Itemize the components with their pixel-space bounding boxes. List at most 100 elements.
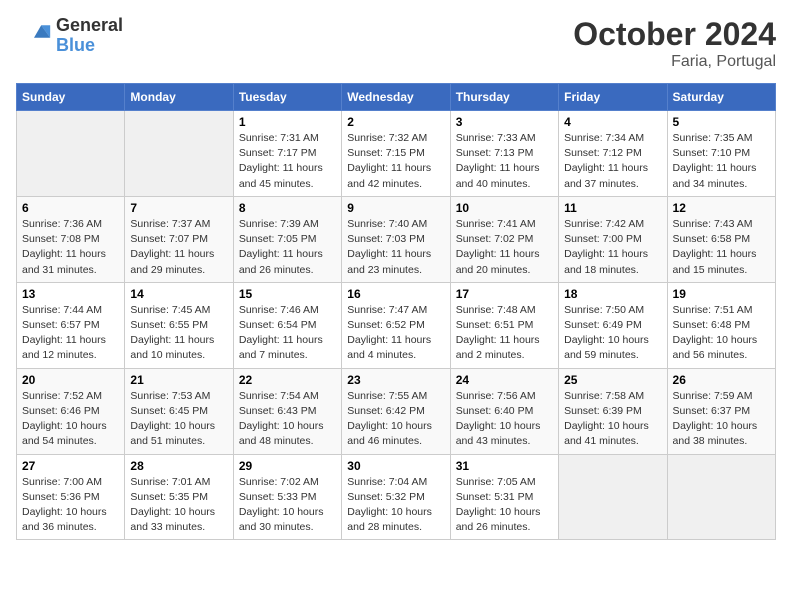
day-info: Sunrise: 7:37 AMSunset: 7:07 PMDaylight:…: [130, 217, 227, 278]
logo: General Blue: [16, 16, 123, 56]
day-info: Sunrise: 7:32 AMSunset: 7:15 PMDaylight:…: [347, 131, 444, 192]
calendar-cell: 19 Sunrise: 7:51 AMSunset: 6:48 PMDayligh…: [667, 282, 775, 368]
weekday-sunday: Sunday: [17, 84, 125, 111]
weekday-wednesday: Wednesday: [342, 84, 450, 111]
day-number: 1: [239, 115, 336, 129]
calendar-cell: 16 Sunrise: 7:47 AMSunset: 6:52 PMDayligh…: [342, 282, 450, 368]
logo-icon: [16, 18, 52, 54]
day-info: Sunrise: 7:54 AMSunset: 6:43 PMDaylight:…: [239, 389, 336, 450]
calendar-cell: 17 Sunrise: 7:48 AMSunset: 6:51 PMDayligh…: [450, 282, 558, 368]
calendar-cell: 11Sunrise: 7:42 AMSunset: 7:00 PMDayligh…: [559, 196, 667, 282]
day-info: Sunrise: 7:45 AMSunset: 6:55 PMDaylight:…: [130, 303, 227, 364]
calendar-week-4: 20 Sunrise: 7:52 AMSunset: 6:46 PMDayligh…: [17, 368, 776, 454]
calendar-week-2: 6 Sunrise: 7:36 AMSunset: 7:08 PMDaylight…: [17, 196, 776, 282]
logo-line2: Blue: [56, 36, 123, 56]
calendar-subtitle: Faria, Portugal: [573, 53, 776, 71]
day-number: 30: [347, 459, 444, 473]
calendar-cell: 26 Sunrise: 7:59 AMSunset: 6:37 PMDayligh…: [667, 368, 775, 454]
day-info: Sunrise: 7:46 AMSunset: 6:54 PMDaylight:…: [239, 303, 336, 364]
calendar-cell: 29Sunrise: 7:02 AMSunset: 5:33 PMDayligh…: [233, 454, 341, 540]
day-number: 19: [673, 287, 770, 301]
calendar-cell: 13 Sunrise: 7:44 AMSunset: 6:57 PMDayligh…: [17, 282, 125, 368]
day-info: Sunrise: 7:00 AMSunset: 5:36 PMDaylight:…: [22, 475, 119, 536]
day-info: Sunrise: 7:51 AMSunset: 6:48 PMDaylight:…: [673, 303, 770, 364]
day-number: 2: [347, 115, 444, 129]
calendar-cell: 9Sunrise: 7:40 AMSunset: 7:03 PMDaylight…: [342, 196, 450, 282]
day-info: Sunrise: 7:39 AMSunset: 7:05 PMDaylight:…: [239, 217, 336, 278]
day-info: Sunrise: 7:50 AMSunset: 6:49 PMDaylight:…: [564, 303, 661, 364]
day-number: 26: [673, 373, 770, 387]
calendar-table: SundayMondayTuesdayWednesdayThursdayFrid…: [16, 83, 776, 540]
calendar-cell: 14 Sunrise: 7:45 AMSunset: 6:55 PMDayligh…: [125, 282, 233, 368]
calendar-week-1: 1 Sunrise: 7:31 AMSunset: 7:17 PMDaylight…: [17, 111, 776, 197]
day-number: 18: [564, 287, 661, 301]
logo-line1: General: [56, 16, 123, 36]
day-number: 11: [564, 201, 661, 215]
day-number: 16: [347, 287, 444, 301]
calendar-header: SundayMondayTuesdayWednesdayThursdayFrid…: [17, 84, 776, 111]
weekday-friday: Friday: [559, 84, 667, 111]
weekday-saturday: Saturday: [667, 84, 775, 111]
day-info: Sunrise: 7:58 AMSunset: 6:39 PMDaylight:…: [564, 389, 661, 450]
calendar-cell: 1 Sunrise: 7:31 AMSunset: 7:17 PMDaylight…: [233, 111, 341, 197]
day-info: Sunrise: 7:48 AMSunset: 6:51 PMDaylight:…: [456, 303, 553, 364]
calendar-cell: [125, 111, 233, 197]
day-number: 6: [22, 201, 119, 215]
calendar-title: October 2024: [573, 16, 776, 53]
day-info: Sunrise: 7:36 AMSunset: 7:08 PMDaylight:…: [22, 217, 119, 278]
calendar-cell: 12 Sunrise: 7:43 AMSunset: 6:58 PMDayligh…: [667, 196, 775, 282]
calendar-week-5: 27Sunrise: 7:00 AMSunset: 5:36 PMDayligh…: [17, 454, 776, 540]
day-number: 24: [456, 373, 553, 387]
calendar-cell: 28Sunrise: 7:01 AMSunset: 5:35 PMDayligh…: [125, 454, 233, 540]
day-number: 5: [673, 115, 770, 129]
calendar-cell: 23 Sunrise: 7:55 AMSunset: 6:42 PMDayligh…: [342, 368, 450, 454]
day-info: Sunrise: 7:33 AMSunset: 7:13 PMDaylight:…: [456, 131, 553, 192]
calendar-cell: 24 Sunrise: 7:56 AMSunset: 6:40 PMDayligh…: [450, 368, 558, 454]
day-number: 25: [564, 373, 661, 387]
day-number: 15: [239, 287, 336, 301]
weekday-tuesday: Tuesday: [233, 84, 341, 111]
calendar-cell: 5Sunrise: 7:35 AMSunset: 7:10 PMDaylight…: [667, 111, 775, 197]
calendar-cell: 10 Sunrise: 7:41 AMSunset: 7:02 PMDayligh…: [450, 196, 558, 282]
calendar-cell: [17, 111, 125, 197]
day-info: Sunrise: 7:53 AMSunset: 6:45 PMDaylight:…: [130, 389, 227, 450]
day-info: Sunrise: 7:43 AMSunset: 6:58 PMDaylight:…: [673, 217, 770, 278]
day-number: 8: [239, 201, 336, 215]
day-info: Sunrise: 7:59 AMSunset: 6:37 PMDaylight:…: [673, 389, 770, 450]
day-info: Sunrise: 7:31 AMSunset: 7:17 PMDaylight:…: [239, 131, 336, 192]
day-info: Sunrise: 7:05 AMSunset: 5:31 PMDaylight:…: [456, 475, 553, 536]
day-info: Sunrise: 7:01 AMSunset: 5:35 PMDaylight:…: [130, 475, 227, 536]
day-number: 20: [22, 373, 119, 387]
calendar-cell: 27Sunrise: 7:00 AMSunset: 5:36 PMDayligh…: [17, 454, 125, 540]
day-number: 14: [130, 287, 227, 301]
calendar-cell: 20 Sunrise: 7:52 AMSunset: 6:46 PMDayligh…: [17, 368, 125, 454]
calendar-cell: 21 Sunrise: 7:53 AMSunset: 6:45 PMDayligh…: [125, 368, 233, 454]
day-info: Sunrise: 7:41 AMSunset: 7:02 PMDaylight:…: [456, 217, 553, 278]
day-info: Sunrise: 7:47 AMSunset: 6:52 PMDaylight:…: [347, 303, 444, 364]
calendar-cell: 7 Sunrise: 7:37 AMSunset: 7:07 PMDaylight…: [125, 196, 233, 282]
day-info: Sunrise: 7:44 AMSunset: 6:57 PMDaylight:…: [22, 303, 119, 364]
calendar-cell: [667, 454, 775, 540]
day-number: 31: [456, 459, 553, 473]
day-number: 7: [130, 201, 227, 215]
day-info: Sunrise: 7:52 AMSunset: 6:46 PMDaylight:…: [22, 389, 119, 450]
day-number: 21: [130, 373, 227, 387]
logo-text: General Blue: [56, 16, 123, 56]
weekday-header-row: SundayMondayTuesdayWednesdayThursdayFrid…: [17, 84, 776, 111]
day-info: Sunrise: 7:55 AMSunset: 6:42 PMDaylight:…: [347, 389, 444, 450]
day-number: 10: [456, 201, 553, 215]
weekday-monday: Monday: [125, 84, 233, 111]
calendar-cell: 22 Sunrise: 7:54 AMSunset: 6:43 PMDayligh…: [233, 368, 341, 454]
page-header: General Blue October 2024 Faria, Portuga…: [16, 16, 776, 71]
day-info: Sunrise: 7:56 AMSunset: 6:40 PMDaylight:…: [456, 389, 553, 450]
calendar-cell: 8 Sunrise: 7:39 AMSunset: 7:05 PMDaylight…: [233, 196, 341, 282]
day-number: 22: [239, 373, 336, 387]
calendar-body: 1 Sunrise: 7:31 AMSunset: 7:17 PMDaylight…: [17, 111, 776, 540]
day-number: 12: [673, 201, 770, 215]
day-info: Sunrise: 7:02 AMSunset: 5:33 PMDaylight:…: [239, 475, 336, 536]
day-number: 23: [347, 373, 444, 387]
day-number: 13: [22, 287, 119, 301]
day-number: 17: [456, 287, 553, 301]
calendar-cell: 18 Sunrise: 7:50 AMSunset: 6:49 PMDayligh…: [559, 282, 667, 368]
calendar-cell: [559, 454, 667, 540]
